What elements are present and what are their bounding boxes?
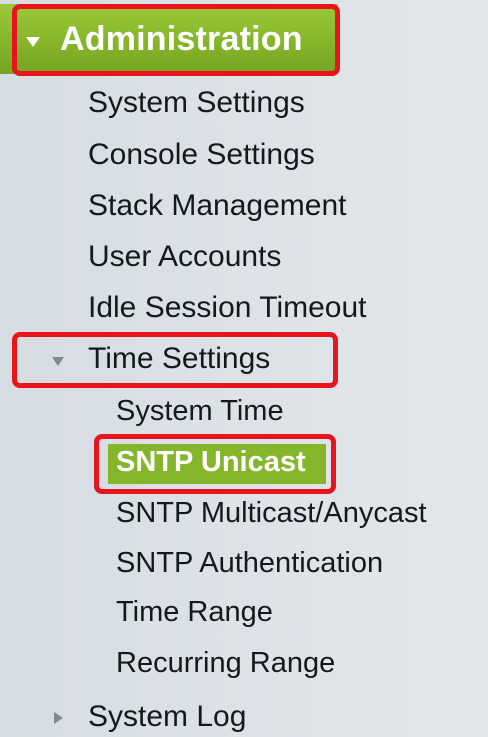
nav-item-recurring-range[interactable]: Recurring Range [116, 647, 335, 680]
nav-item-system-settings[interactable]: System Settings [88, 86, 305, 120]
nav-item-sntp-authentication[interactable]: SNTP Authentication [116, 547, 383, 580]
nav-item-system-time[interactable]: System Time [116, 395, 284, 428]
nav-item-console-settings[interactable]: Console Settings [88, 138, 315, 172]
nav-item-stack-management[interactable]: Stack Management [88, 189, 346, 223]
nav-item-sntp-multicast-anycast[interactable]: SNTP Multicast/Anycast [116, 497, 427, 530]
nav-item-system-log[interactable]: System Log [88, 700, 246, 734]
nav-item-time-range[interactable]: Time Range [116, 596, 273, 629]
triangle-right-icon[interactable] [54, 712, 63, 724]
navigation-tree: Administration System Settings Console S… [0, 0, 488, 737]
highlight-administration [12, 4, 340, 76]
nav-item-user-accounts[interactable]: User Accounts [88, 240, 281, 274]
nav-item-idle-session-timeout[interactable]: Idle Session Timeout [88, 291, 366, 325]
highlight-sntp-unicast [94, 434, 336, 494]
highlight-time-settings [12, 332, 338, 388]
